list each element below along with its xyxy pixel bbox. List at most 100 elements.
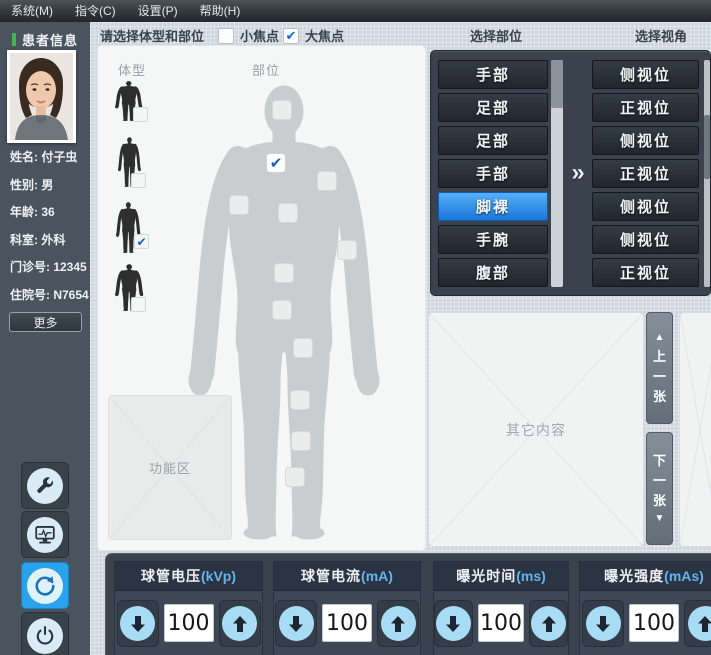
- body-type-checkbox-3[interactable]: ✔: [134, 234, 149, 249]
- part-list-item[interactable]: 脚裸: [438, 192, 548, 221]
- patient-field: 姓名: 付子虫: [10, 144, 90, 172]
- body-diagram-panel: 体型 部位 ✔ ✔ 功能区: [97, 45, 426, 551]
- part-list-item[interactable]: 手部: [438, 60, 548, 89]
- part-list-item[interactable]: 手部: [438, 159, 548, 188]
- exposure-value[interactable]: 100: [164, 604, 214, 642]
- patient-fields: 姓名: 付子虫性别: 男年龄: 36科室: 外科门诊号: 12345住院号: N…: [10, 144, 90, 309]
- menu-item-4[interactable]: 帮助(H): [189, 0, 252, 22]
- next-image-button[interactable]: 下一张▼: [646, 432, 673, 545]
- body-part-label: 部位: [252, 60, 280, 79]
- increase-button[interactable]: [377, 600, 419, 647]
- body-type-checkbox-4[interactable]: [131, 297, 146, 312]
- exposure-unit-label: (kVp): [201, 568, 236, 584]
- decrease-button[interactable]: [275, 600, 317, 647]
- select-part-title: 选择部位: [440, 26, 552, 45]
- exposure-value[interactable]: 100: [629, 604, 679, 642]
- exposure-panel-1: 球管电压(kVp)100: [114, 561, 263, 655]
- checkbox-checked-icon[interactable]: ✔: [283, 28, 299, 44]
- part-list-item[interactable]: 足部: [438, 126, 548, 155]
- body-marker-6[interactable]: [337, 240, 357, 260]
- arrow-down-icon: [120, 606, 155, 641]
- increase-button[interactable]: [219, 600, 261, 647]
- patient-photo: [7, 50, 76, 143]
- arrow-up-icon: [688, 606, 711, 641]
- pager-arrow-icon: ▼: [655, 514, 665, 524]
- decrease-button[interactable]: [582, 600, 624, 647]
- part-scrollbar-thumb[interactable]: [551, 60, 563, 108]
- monitor-icon: [27, 517, 63, 553]
- green-accent-bar: [12, 33, 16, 46]
- power-icon: [27, 618, 63, 654]
- patient-sidebar: 患者信息 姓名: 付子虫性别: 男年龄: 36科室: 外科门诊号: 12345住…: [0, 22, 91, 655]
- increase-button[interactable]: [529, 600, 568, 647]
- exposure-value[interactable]: 100: [322, 604, 372, 642]
- body-marker-11[interactable]: [291, 431, 311, 451]
- pager-label-char: 一: [653, 370, 666, 383]
- arrow-down-icon: [436, 606, 471, 641]
- select-view-title: 选择视角: [605, 26, 711, 45]
- body-marker-9[interactable]: [293, 338, 313, 358]
- other-content-placeholder: 其它内容: [428, 312, 644, 547]
- view-list-scrollbar[interactable]: [704, 60, 710, 287]
- part-list-item[interactable]: 手腕: [438, 225, 548, 254]
- body-marker-8[interactable]: [272, 300, 292, 320]
- exposure-value[interactable]: 100: [478, 604, 524, 642]
- body-marker-3[interactable]: [317, 171, 337, 191]
- part-list: 手部足部足部手部脚裸手腕腹部: [438, 60, 548, 291]
- pager-arrow-icon: ▲: [655, 333, 665, 343]
- reset-icon: [27, 568, 63, 604]
- view-list: 侧视位正视位侧视位正视位侧视位侧视位正视位: [592, 60, 699, 291]
- body-marker-1[interactable]: [272, 100, 292, 120]
- part-list-scrollbar[interactable]: [551, 60, 563, 287]
- exposure-spinner-row: 100: [434, 600, 568, 647]
- menu-item-3[interactable]: 设置(P): [127, 0, 189, 22]
- exposure-unit-label: (ms): [516, 568, 546, 584]
- pager-label-char: 张: [653, 494, 666, 507]
- body-marker-4[interactable]: [229, 195, 249, 215]
- view-list-item[interactable]: 侧视位: [592, 60, 699, 89]
- application-window: 系统(M)指令(C)设置(P)帮助(H) 患者信息: [0, 0, 711, 655]
- focus-checkbox-2[interactable]: ✔大焦点: [283, 26, 344, 45]
- exposure-panel-4: 曝光强度(mAs)100: [579, 561, 711, 655]
- view-list-item[interactable]: 正视位: [592, 93, 699, 122]
- function-area-placeholder: 功能区: [108, 395, 232, 540]
- patient-field: 科室: 外科: [10, 227, 90, 255]
- menu-item-2[interactable]: 指令(C): [64, 0, 127, 22]
- patient-field: 性别: 男: [10, 172, 90, 200]
- view-list-item[interactable]: 侧视位: [592, 126, 699, 155]
- patient-info-header: 患者信息: [12, 30, 78, 49]
- part-view-selection-panel: 手部足部足部手部脚裸手腕腹部 » 侧视位正视位侧视位正视位侧视位侧视位正视位: [430, 50, 711, 296]
- body-marker-7[interactable]: [274, 263, 294, 283]
- monitor-tool-button[interactable]: [21, 511, 69, 558]
- view-list-item[interactable]: 正视位: [592, 258, 699, 287]
- checkbox-unchecked-icon[interactable]: [218, 28, 234, 44]
- body-marker-2[interactable]: ✔: [266, 153, 286, 173]
- body-marker-12[interactable]: [285, 467, 305, 487]
- focus-checkbox-1[interactable]: 小焦点: [218, 26, 279, 45]
- body-marker-10[interactable]: [290, 390, 310, 410]
- power-tool-button[interactable]: [21, 612, 69, 655]
- view-scrollbar-thumb[interactable]: [704, 115, 710, 179]
- body-type-checkbox-2[interactable]: [131, 173, 146, 188]
- body-marker-5[interactable]: [278, 203, 298, 223]
- part-list-item[interactable]: 腹部: [438, 258, 548, 287]
- view-list-item[interactable]: 正视位: [592, 159, 699, 188]
- part-list-item[interactable]: 足部: [438, 93, 548, 122]
- view-list-item[interactable]: 侧视位: [592, 192, 699, 221]
- previous-image-button[interactable]: ▲上一张: [646, 312, 673, 424]
- more-button[interactable]: 更多: [9, 312, 82, 332]
- menu-bar: 系统(M)指令(C)设置(P)帮助(H): [0, 0, 711, 23]
- menu-item-1[interactable]: 系统(M): [0, 0, 64, 22]
- body-type-checkbox-1[interactable]: [133, 107, 148, 122]
- body-type-label: 体型: [118, 60, 146, 79]
- decrease-button[interactable]: [117, 600, 159, 647]
- reset-tool-button[interactable]: [21, 562, 69, 609]
- transfer-arrow-icon[interactable]: »: [565, 159, 591, 187]
- patient-portrait-image: [10, 53, 73, 140]
- wrench-tool-button[interactable]: [21, 462, 69, 509]
- strip-title: 请选择体型和部位: [100, 26, 204, 45]
- wrench-icon: [27, 468, 63, 504]
- decrease-button[interactable]: [434, 600, 473, 647]
- increase-button[interactable]: [684, 600, 711, 647]
- view-list-item[interactable]: 侧视位: [592, 225, 699, 254]
